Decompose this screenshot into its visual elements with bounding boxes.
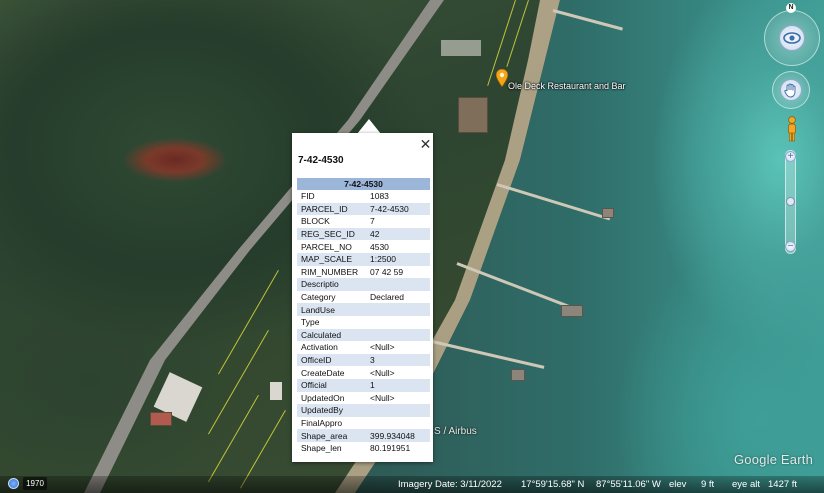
attribute-key: UpdatedBy bbox=[297, 404, 366, 417]
attribute-value bbox=[366, 278, 430, 291]
attribute-value bbox=[366, 417, 430, 430]
attribute-value: <Null> bbox=[370, 367, 395, 378]
table-row: PARCEL_NO 4530 bbox=[297, 240, 430, 253]
attribute-value: 1 bbox=[366, 378, 430, 392]
longitude-readout: 87°55'11.06" W bbox=[596, 479, 661, 490]
zoom-in-button[interactable]: + bbox=[785, 151, 796, 162]
attribute-value: 07 42 59 bbox=[370, 266, 404, 277]
attribute-key: FinalAppro bbox=[301, 417, 343, 428]
attribute-value: 7 bbox=[370, 216, 375, 227]
attribute-value bbox=[366, 404, 430, 417]
attribute-table-header: 7-42-4530 bbox=[297, 178, 430, 190]
attribute-value: 80.191951 bbox=[370, 443, 411, 454]
attribute-key: UpdatedOn bbox=[301, 392, 345, 403]
google-earth-logo: Google Earth bbox=[734, 452, 814, 467]
zoom-out-button[interactable]: − bbox=[785, 241, 796, 252]
building-roof bbox=[441, 40, 481, 56]
table-row: RIM_NUMBER 07 42 59 bbox=[297, 266, 430, 279]
eye-altitude-label: eye alt bbox=[732, 479, 760, 490]
imagery-date: Imagery Date: 3/11/2022 bbox=[398, 479, 502, 490]
attribute-key: Shape_area bbox=[297, 429, 366, 442]
table-row: LandUse bbox=[297, 303, 430, 316]
table-row: UpdatedOn <Null> bbox=[297, 392, 430, 405]
building-roof bbox=[270, 382, 282, 400]
attribute-value: Declared bbox=[370, 292, 405, 303]
placemark-label[interactable]: Ole Deck Restaurant and Bar bbox=[508, 81, 626, 91]
attribute-key: MAP_SCALE bbox=[297, 252, 366, 266]
attribute-value: 4530 bbox=[370, 241, 389, 252]
move-joystick[interactable] bbox=[780, 79, 802, 101]
elevation-label: elev bbox=[669, 479, 687, 490]
table-row: OfficeID 3 bbox=[297, 353, 430, 367]
attribute-key: Activation bbox=[301, 342, 338, 353]
attribute-key: FID bbox=[301, 191, 315, 202]
attribute-value: 1:2500 bbox=[366, 252, 430, 266]
table-row: MAP_SCALE 1:2500 bbox=[297, 252, 430, 266]
attribute-value: <Null> bbox=[370, 392, 395, 403]
imagery-attribution: S / Airbus bbox=[434, 426, 477, 437]
historical-imagery-icon[interactable] bbox=[8, 478, 19, 489]
popup-title: 7-42-4530 bbox=[298, 155, 344, 166]
attribute-key: LandUse bbox=[297, 303, 366, 316]
building bbox=[458, 97, 488, 133]
table-row: Activation <Null> bbox=[297, 341, 430, 354]
attribute-key: Official bbox=[297, 378, 366, 392]
attribute-key: Shape_len bbox=[301, 443, 342, 454]
pier-head bbox=[561, 305, 583, 317]
popup-pointer bbox=[357, 119, 381, 134]
attribute-value: 1083 bbox=[370, 191, 389, 202]
table-row: Type bbox=[297, 316, 430, 329]
table-row: Calculated bbox=[297, 328, 430, 342]
table-row: REG_SEC_ID 42 bbox=[297, 227, 430, 241]
attribute-value bbox=[366, 328, 430, 342]
hand-icon bbox=[784, 83, 796, 98]
historical-imagery-year[interactable]: 1970 bbox=[23, 477, 47, 490]
attribute-key: BLOCK bbox=[301, 216, 330, 227]
table-row: BLOCK 7 bbox=[297, 215, 430, 228]
status-bar: Imagery Date: 3/11/2022 17°59'15.68" N 8… bbox=[0, 476, 824, 493]
table-row: PARCEL_ID 7-42-4530 bbox=[297, 202, 430, 216]
placemark-pin-icon[interactable] bbox=[496, 69, 508, 87]
attribute-key: REG_SEC_ID bbox=[297, 227, 366, 241]
attribute-value bbox=[366, 316, 430, 329]
table-row: FinalAppro bbox=[297, 417, 430, 430]
elevation-value: 9 ft bbox=[701, 479, 715, 490]
table-row: Official 1 bbox=[297, 378, 430, 392]
attribute-key: RIM_NUMBER bbox=[301, 266, 359, 277]
attribute-key: OfficeID bbox=[297, 353, 366, 367]
table-row: Descriptio bbox=[297, 278, 430, 291]
attribute-key: Descriptio bbox=[297, 278, 366, 291]
latitude-readout: 17°59'15.68" N bbox=[521, 479, 585, 490]
street-view-pegman-icon[interactable] bbox=[786, 116, 798, 142]
attribute-value: <Null> bbox=[370, 342, 395, 353]
north-indicator[interactable]: N bbox=[786, 3, 796, 13]
attribute-key: CreateDate bbox=[301, 367, 345, 378]
table-row: Shape_area 399.934048 bbox=[297, 429, 430, 442]
attribute-key: Type bbox=[301, 317, 320, 328]
building bbox=[150, 412, 172, 426]
attribute-value: 3 bbox=[366, 353, 430, 367]
attribute-value bbox=[366, 303, 430, 316]
attribute-key: PARCEL_NO bbox=[301, 241, 352, 252]
eye-altitude-value: 1427 ft bbox=[768, 479, 798, 490]
table-row: UpdatedBy bbox=[297, 404, 430, 417]
eye-icon bbox=[783, 32, 801, 44]
attribute-table: 7-42-4530 FID 1083 PARCEL_ID 7-42-4530 BLO… bbox=[297, 178, 430, 454]
attribute-value: 42 bbox=[366, 227, 430, 241]
table-row: CreateDate <Null> bbox=[297, 366, 430, 379]
attribute-value: 399.934048 bbox=[366, 429, 430, 442]
table-row: Category Declared bbox=[297, 291, 430, 304]
look-joystick[interactable] bbox=[779, 25, 805, 51]
pier-head bbox=[511, 369, 525, 381]
attribute-value: 7-42-4530 bbox=[366, 202, 430, 216]
close-icon[interactable]: ✕ bbox=[419, 137, 432, 151]
attribute-key: PARCEL_ID bbox=[297, 202, 366, 216]
pier-head bbox=[602, 208, 614, 218]
table-row: Shape_len 80.191951 bbox=[297, 442, 430, 455]
attribute-key: Calculated bbox=[297, 328, 366, 342]
zoom-slider-thumb[interactable] bbox=[786, 197, 795, 206]
attribute-key: Category bbox=[301, 292, 336, 303]
table-row: FID 1083 bbox=[297, 190, 430, 203]
